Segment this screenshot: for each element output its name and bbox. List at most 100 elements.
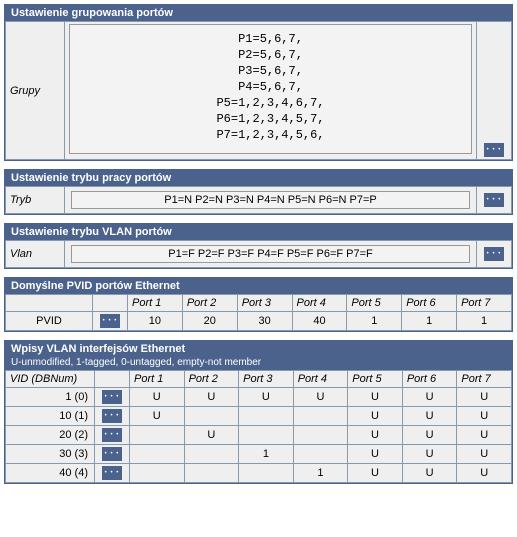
vlan-row: 20 (2)• • •UUUU <box>6 426 512 445</box>
pvid-col-port1: Port 1 <box>128 295 183 312</box>
pvid-col-port7: Port 7 <box>457 295 512 312</box>
pvid-val-5: 1 <box>347 312 402 331</box>
vlan-cell <box>184 407 239 426</box>
pvid-panel: Domyślne PVID portów Ethernet Port 1 Por… <box>4 277 513 332</box>
mode-label: Tryb <box>6 187 65 214</box>
vlan-col-port7: Port 7 <box>457 371 512 388</box>
pvid-col-port2: Port 2 <box>182 295 237 312</box>
pvid-col-port4: Port 4 <box>292 295 347 312</box>
vlan-cell <box>293 426 348 445</box>
vlan-cell: U <box>402 426 457 445</box>
groups-textarea[interactable] <box>69 24 472 154</box>
port-grouping-table: Grupy • • • <box>5 21 512 160</box>
vlan-col-port3: Port 3 <box>239 371 294 388</box>
vlan-cell: U <box>457 426 512 445</box>
pvid-edit-button[interactable]: • • • <box>100 314 120 328</box>
vlan-cell: U <box>348 388 403 407</box>
vlan-row: 30 (3)• • •1UUU <box>6 445 512 464</box>
vlan-entries-sub: U-unmodified, 1-tagged, 0-untagged, empt… <box>5 357 512 370</box>
vlan-label: Vlan <box>6 241 65 268</box>
vlan-cell <box>239 464 294 483</box>
vlan-row-vid: 40 (4) <box>6 464 95 483</box>
pvid-val-3: 30 <box>237 312 292 331</box>
vlan-row: 40 (4)• • •1UUU <box>6 464 512 483</box>
vlan-cell: U <box>402 464 457 483</box>
vlan-col-port2: Port 2 <box>184 371 239 388</box>
vlan-cell: U <box>402 407 457 426</box>
groups-label: Grupy <box>6 22 65 160</box>
pvid-col-port5: Port 5 <box>347 295 402 312</box>
vlan-row-edit-button[interactable]: • • • <box>102 428 122 442</box>
vlan-cell <box>130 464 185 483</box>
vlan-cell <box>184 445 239 464</box>
vlan-mode-panel: Ustawienie trybu VLAN portów Vlan P1=F P… <box>4 223 513 269</box>
vlan-cell <box>293 445 348 464</box>
vlan-cell: U <box>457 464 512 483</box>
vlan-row-vid: 20 (2) <box>6 426 95 445</box>
vlan-row-vid: 30 (3) <box>6 445 95 464</box>
vlan-cell: 1 <box>293 464 348 483</box>
pvid-val-2: 20 <box>182 312 237 331</box>
pvid-val-1: 10 <box>128 312 183 331</box>
vlan-col-vid: VID (DBNum) <box>6 371 95 388</box>
pvid-col-port6: Port 6 <box>402 295 457 312</box>
vlan-mode-edit-button[interactable]: • • • <box>484 247 504 261</box>
vlan-row-vid: 10 (1) <box>6 407 95 426</box>
vlan-cell: U <box>348 426 403 445</box>
vlan-cell: U <box>348 445 403 464</box>
vlan-cell <box>293 407 348 426</box>
vlan-cell: U <box>184 388 239 407</box>
vlan-cell <box>130 445 185 464</box>
pvid-val-7: 1 <box>457 312 512 331</box>
port-grouping-header: Ustawienie grupowania portów <box>5 5 512 21</box>
vlan-row-edit-button[interactable]: • • • <box>102 409 122 423</box>
pvid-header-row: Port 1 Port 2 Port 3 Port 4 Port 5 Port … <box>6 295 512 312</box>
vlan-cell: U <box>293 388 348 407</box>
vlan-mode-value: P1=F P2=F P3=F P4=F P5=F P6=F P7=F <box>71 245 470 263</box>
vlan-row: 1 (0)• • •UUUUUUU <box>6 388 512 407</box>
vlan-row-edit-button[interactable]: • • • <box>102 466 122 480</box>
pvid-val-6: 1 <box>402 312 457 331</box>
vlan-col-port5: Port 5 <box>348 371 403 388</box>
vlan-cell: U <box>348 464 403 483</box>
vlan-row-edit-button[interactable]: • • • <box>102 447 122 461</box>
port-grouping-panel: Ustawienie grupowania portów Grupy • • • <box>4 4 513 161</box>
mode-edit-button[interactable]: • • • <box>484 193 504 207</box>
vlan-row-edit-button[interactable]: • • • <box>102 390 122 404</box>
vlan-entries-table: VID (DBNum) Port 1 Port 2 Port 3 Port 4 … <box>5 370 512 483</box>
vlan-cell: U <box>402 445 457 464</box>
vlan-cell: U <box>457 407 512 426</box>
vlan-cell <box>130 426 185 445</box>
vlan-col-port6: Port 6 <box>402 371 457 388</box>
vlan-entries-header: Wpisy VLAN interfejsów Ethernet <box>5 341 512 357</box>
vlan-cell <box>239 426 294 445</box>
port-mode-table: Tryb P1=N P2=N P3=N P4=N P5=N P6=N P7=P … <box>5 186 512 214</box>
pvid-val-4: 40 <box>292 312 347 331</box>
vlan-cell: U <box>130 388 185 407</box>
vlan-col-port1: Port 1 <box>130 371 185 388</box>
vlan-cell: U <box>239 388 294 407</box>
vlan-cell <box>184 464 239 483</box>
vlan-cell: U <box>130 407 185 426</box>
vlan-cell: 1 <box>239 445 294 464</box>
vlan-cell: U <box>184 426 239 445</box>
vlan-col-port4: Port 4 <box>293 371 348 388</box>
vlan-cell: U <box>457 445 512 464</box>
port-mode-header: Ustawienie trybu pracy portów <box>5 170 512 186</box>
pvid-col-port3: Port 3 <box>237 295 292 312</box>
vlan-cell <box>239 407 294 426</box>
pvid-row-label: PVID <box>6 312 93 331</box>
mode-value: P1=N P2=N P3=N P4=N P5=N P6=N P7=P <box>71 191 470 209</box>
vlan-mode-header: Ustawienie trybu VLAN portów <box>5 224 512 240</box>
pvid-table: Port 1 Port 2 Port 3 Port 4 Port 5 Port … <box>5 294 512 331</box>
vlan-entries-panel: Wpisy VLAN interfejsów Ethernet U-unmodi… <box>4 340 513 484</box>
vlan-cell: U <box>402 388 457 407</box>
vlan-header-row: VID (DBNum) Port 1 Port 2 Port 3 Port 4 … <box>6 371 512 388</box>
groups-edit-button[interactable]: • • • <box>484 143 504 157</box>
vlan-cell: U <box>457 388 512 407</box>
port-mode-panel: Ustawienie trybu pracy portów Tryb P1=N … <box>4 169 513 215</box>
pvid-value-row: PVID • • • 10 20 30 40 1 1 1 <box>6 312 512 331</box>
pvid-header: Domyślne PVID portów Ethernet <box>5 278 512 294</box>
vlan-row: 10 (1)• • •UUUU <box>6 407 512 426</box>
vlan-mode-table: Vlan P1=F P2=F P3=F P4=F P5=F P6=F P7=F … <box>5 240 512 268</box>
